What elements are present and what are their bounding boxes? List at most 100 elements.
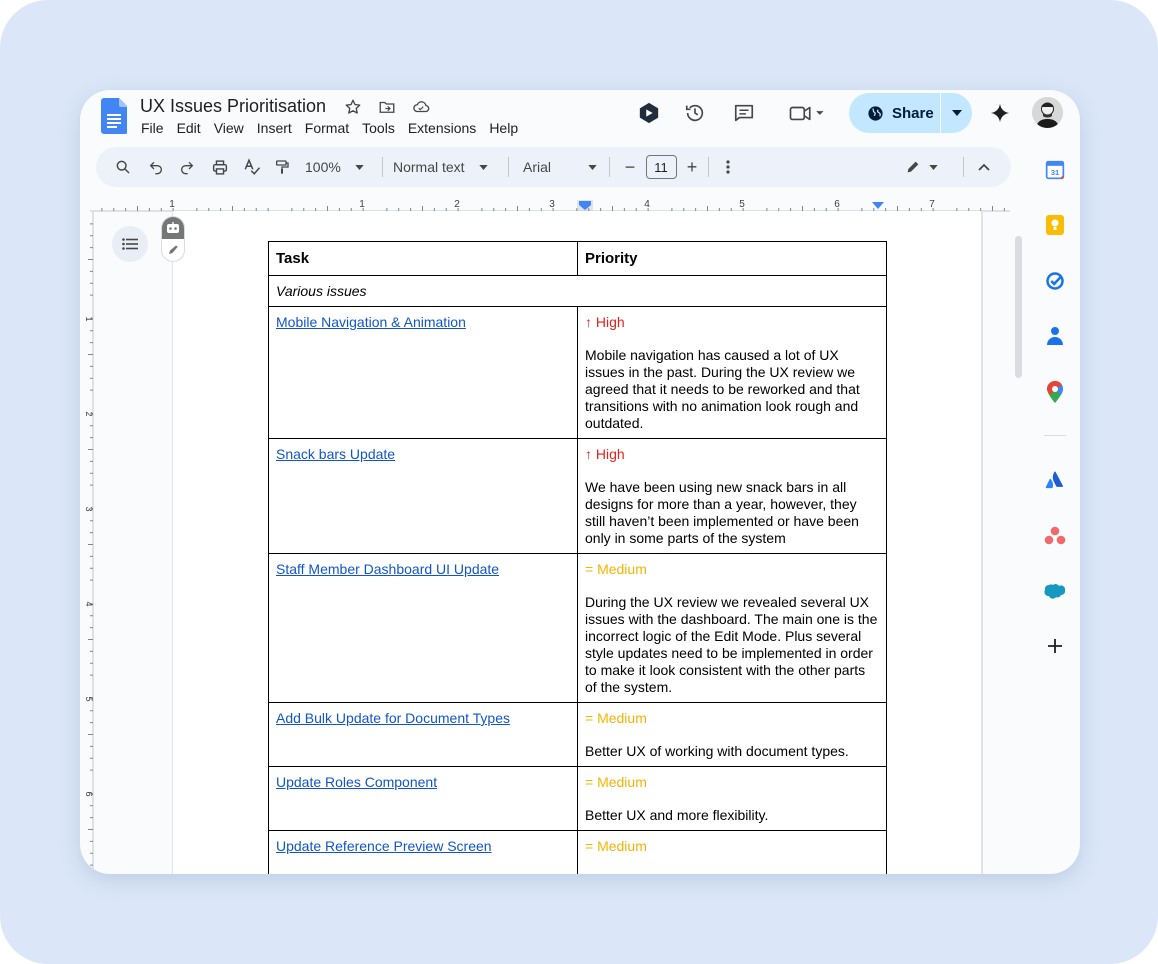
- priority-table: Task Priority Various issues Mobile Navi…: [268, 241, 887, 874]
- vertical-scrollbar[interactable]: [1015, 236, 1022, 378]
- add-icon[interactable]: [1041, 632, 1069, 660]
- menu-tools[interactable]: Tools: [362, 120, 395, 136]
- menu-extensions[interactable]: Extensions: [408, 120, 476, 136]
- sparkle-icon[interactable]: [986, 99, 1014, 127]
- menu-edit[interactable]: Edit: [177, 120, 201, 136]
- task-description: Mobile navigation has caused a lot of UX…: [585, 347, 860, 431]
- ruler-label: 5: [739, 199, 745, 210]
- redo-icon[interactable]: [177, 153, 197, 181]
- plus-icon: +: [686, 156, 698, 177]
- zoom-select[interactable]: 100%: [305, 153, 373, 181]
- table-header-row: Task Priority: [268, 241, 887, 276]
- share-main[interactable]: Share: [849, 93, 940, 133]
- priority-label: = Medium: [585, 561, 647, 577]
- chevron-down-icon: [355, 164, 364, 170]
- cloud-saved-icon[interactable]: [410, 96, 432, 118]
- table-row: Update Roles Component = Medium Better U…: [268, 766, 887, 831]
- increase-font-size-button[interactable]: +: [683, 153, 701, 181]
- ruler-label: 2: [84, 411, 94, 416]
- calendar-icon[interactable]: 31: [1041, 156, 1069, 184]
- print-icon[interactable]: [209, 153, 231, 181]
- ruler-label: 1: [169, 199, 175, 210]
- task-link[interactable]: Add Bulk Update for Document Types: [276, 710, 510, 726]
- gemini-shortcut-icon[interactable]: [635, 99, 663, 127]
- chevron-down-icon: [478, 164, 488, 170]
- collapse-icon[interactable]: [975, 153, 993, 181]
- salesforce-icon[interactable]: [1041, 577, 1069, 605]
- ruler-label: 3: [549, 199, 555, 210]
- menu-format[interactable]: Format: [305, 120, 349, 136]
- section-label[interactable]: Various issues: [268, 275, 887, 307]
- paint-format-icon[interactable]: [271, 153, 293, 181]
- vertical-ruler[interactable]: 1 2 3 4 5 6: [80, 212, 94, 874]
- task-description: We have been using new snack bars in all…: [585, 479, 859, 546]
- more-vert-icon[interactable]: [720, 153, 736, 181]
- priority-label: ↑ High: [585, 314, 625, 330]
- docs-logo-icon[interactable]: [101, 98, 127, 134]
- keep-icon[interactable]: [1041, 211, 1069, 239]
- edit-mode-icon[interactable]: [902, 153, 940, 181]
- ruler-label: 1: [359, 199, 365, 210]
- priority-label: = Medium: [585, 774, 647, 790]
- meet-icon[interactable]: [785, 99, 829, 127]
- share-button[interactable]: Share: [849, 93, 972, 133]
- spellcheck-icon[interactable]: [241, 153, 263, 181]
- font-select[interactable]: Arial: [523, 153, 603, 181]
- task-description: Better UX and more flexibility.: [585, 807, 769, 823]
- task-link[interactable]: Mobile Navigation & Animation: [276, 314, 466, 330]
- decrease-font-size-button[interactable]: −: [621, 153, 639, 181]
- asana-icon[interactable]: [1041, 522, 1069, 550]
- ruler-label: 5: [84, 696, 94, 701]
- ruler-label: 3: [84, 506, 94, 511]
- task-link[interactable]: Update Reference Preview Screen: [276, 838, 492, 854]
- task-link[interactable]: Snack bars Update: [276, 446, 395, 462]
- paragraph-style-select[interactable]: Normal text: [393, 153, 497, 181]
- robot-icon[interactable]: [162, 217, 184, 239]
- undo-icon[interactable]: [146, 153, 166, 181]
- history-icon[interactable]: [681, 99, 709, 127]
- formatting-toolbar: 100% Normal text Arial − 11 +: [96, 147, 1011, 187]
- menu-view[interactable]: View: [214, 120, 244, 136]
- header-priority[interactable]: Priority: [577, 241, 887, 276]
- ruler-label: 6: [84, 791, 94, 796]
- ruler-label: 7: [929, 199, 935, 210]
- tasks-icon[interactable]: [1041, 267, 1069, 295]
- header-task[interactable]: Task: [268, 241, 578, 276]
- menu-file[interactable]: File: [141, 120, 164, 136]
- chevron-down-icon: [588, 164, 597, 170]
- search-icon[interactable]: [113, 153, 133, 181]
- ruler-label: 4: [644, 199, 650, 210]
- priority-label: ↑ High: [585, 446, 625, 462]
- menu-insert[interactable]: Insert: [257, 120, 292, 136]
- priority-label: = Medium: [585, 838, 647, 854]
- paragraph-style-value: Normal text: [393, 159, 465, 175]
- star-icon[interactable]: [342, 96, 364, 118]
- table-row: Mobile Navigation & Animation ↑ High Mob…: [268, 306, 887, 439]
- priority-label: = Medium: [585, 710, 647, 726]
- task-link[interactable]: Staff Member Dashboard UI Update: [276, 561, 499, 577]
- font-size-input[interactable]: 11: [645, 155, 677, 179]
- horizontal-ruler[interactable]: 1 1 2 3 4 5 6 7: [90, 198, 1010, 212]
- atlassian-icon[interactable]: [1041, 466, 1069, 494]
- list-icon: [122, 238, 138, 250]
- menu-help[interactable]: Help: [489, 120, 518, 136]
- pen-icon[interactable]: [162, 239, 184, 261]
- task-description: Better UX of working with document types…: [585, 743, 849, 759]
- avatar[interactable]: [1032, 97, 1063, 128]
- task-description: During the UX review we revealed several…: [585, 594, 878, 695]
- move-folder-icon[interactable]: [376, 96, 398, 118]
- ruler-label: 4: [84, 601, 94, 606]
- share-dropdown-icon[interactable]: [941, 110, 972, 116]
- side-tool-panel[interactable]: [161, 216, 185, 262]
- minus-icon: −: [624, 156, 636, 177]
- globe-icon: [868, 105, 883, 121]
- section-row: Various issues: [268, 275, 887, 307]
- share-label: Share: [892, 104, 934, 122]
- task-link[interactable]: Update Roles Component: [276, 774, 437, 790]
- outline-button[interactable]: [112, 226, 148, 262]
- document-title[interactable]: UX Issues Prioritisation: [140, 96, 326, 117]
- comments-icon[interactable]: [730, 99, 758, 127]
- contacts-icon[interactable]: [1041, 322, 1069, 350]
- ruler-label: 6: [834, 199, 840, 210]
- maps-icon[interactable]: [1041, 378, 1069, 406]
